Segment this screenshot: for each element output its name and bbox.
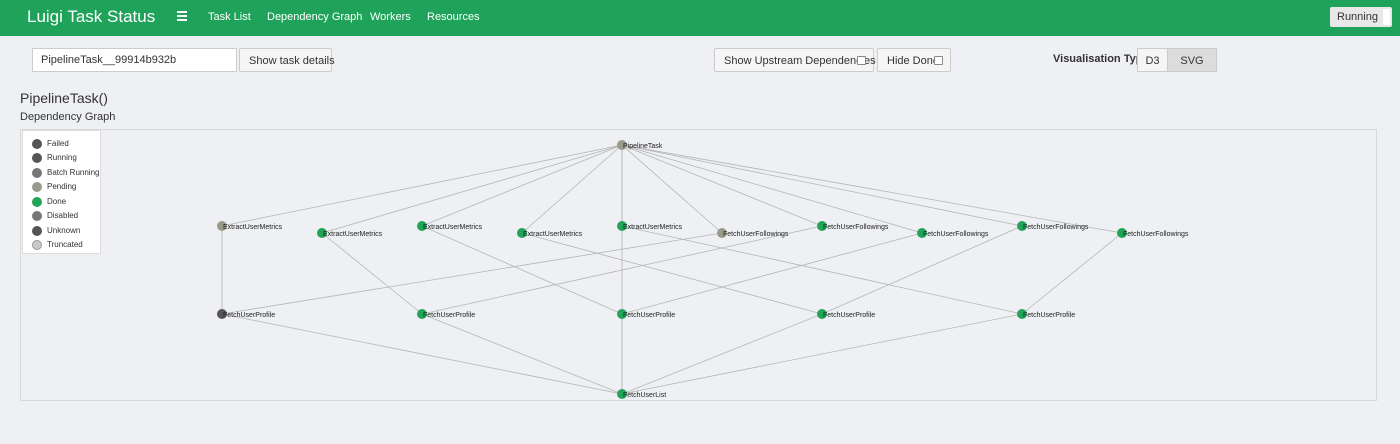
- navbar: Luigi Task Status Task List Dependency G…: [0, 0, 1400, 36]
- legend-label: Disabled: [47, 211, 79, 220]
- show-upstream-button[interactable]: Show Upstream Dependencies: [714, 48, 876, 72]
- node-label[interactable]: ExtractUserMetrics: [323, 231, 383, 238]
- graph-node[interactable]: ExtractUserMetrics: [517, 228, 583, 238]
- nav-link-dependency-graph[interactable]: Dependency Graph: [267, 11, 362, 23]
- dependency-edge: [421, 225, 623, 315]
- graph-node[interactable]: FetchUserFollowings: [1017, 221, 1089, 231]
- dependency-edge: [221, 232, 723, 315]
- visualisation-type-label: Visualisation Type: [1053, 53, 1149, 65]
- vis-option-svg[interactable]: SVG: [1167, 48, 1217, 72]
- dependency-edge: [621, 144, 1123, 234]
- pending-status-icon: [32, 182, 42, 192]
- graph-node[interactable]: FetchUserFollowings: [717, 228, 789, 238]
- dependency-edge: [421, 144, 623, 227]
- dependency-edge: [421, 313, 623, 395]
- node-label[interactable]: FetchUserList: [623, 392, 666, 399]
- running-status-icon: [32, 153, 42, 163]
- node-label[interactable]: FetchUserProfile: [623, 312, 675, 319]
- graph-node[interactable]: ExtractUserMetrics: [217, 221, 283, 231]
- legend-label: Pending: [47, 182, 77, 191]
- hamburger-icon[interactable]: [177, 11, 187, 23]
- batch-running-status-icon: [32, 168, 42, 178]
- legend-label: Failed: [47, 139, 69, 148]
- node-label[interactable]: FetchUserFollowings: [823, 224, 889, 231]
- page-title: PipelineTask(): [20, 90, 108, 106]
- graph-node[interactable]: ExtractUserMetrics: [317, 228, 383, 238]
- show-task-details-label: Show task details: [249, 55, 335, 67]
- node-label[interactable]: ExtractUserMetrics: [423, 224, 483, 231]
- hide-done-label: Hide Done: [887, 55, 939, 67]
- done-status-icon: [32, 197, 42, 207]
- hide-done-checkbox[interactable]: [934, 56, 943, 65]
- task-id-input[interactable]: [32, 48, 237, 72]
- dependency-edge: [821, 225, 1023, 315]
- toggle-knob: [1383, 9, 1390, 25]
- scheduler-status-toggle[interactable]: Running: [1330, 7, 1392, 27]
- node-label[interactable]: FetchUserProfile: [1023, 312, 1075, 319]
- node-label[interactable]: FetchUserFollowings: [923, 231, 989, 238]
- legend-label: Running: [47, 153, 77, 162]
- legend-label: Done: [47, 197, 67, 206]
- vis-option-d3-label: D3: [1145, 55, 1160, 67]
- dependency-graph[interactable]: PipelineTask ExtractUserMetrics ExtractUse…: [21, 130, 1378, 402]
- graph-node[interactable]: FetchUserProfile: [817, 309, 875, 319]
- graph-node[interactable]: FetchUserProfile: [217, 309, 275, 319]
- dependency-edge: [321, 144, 623, 234]
- graph-node[interactable]: FetchUserProfile: [617, 309, 675, 319]
- graph-node[interactable]: FetchUserList: [617, 389, 666, 399]
- dependency-edge: [221, 313, 623, 395]
- node-label[interactable]: ExtractUserMetrics: [623, 224, 683, 231]
- dependency-edge: [621, 313, 1023, 395]
- node-label[interactable]: FetchUserFollowings: [1023, 224, 1089, 231]
- show-upstream-label: Show Upstream Dependencies: [724, 55, 876, 67]
- status-legend: Failed Running Batch Running Pending Don…: [22, 130, 101, 254]
- node-label[interactable]: FetchUserProfile: [823, 312, 875, 319]
- scheduler-status-label: Running: [1337, 11, 1378, 23]
- failed-status-icon: [32, 139, 42, 149]
- dependency-edge: [621, 144, 923, 234]
- unknown-status-icon: [32, 226, 42, 236]
- graph-edges: [221, 144, 1123, 395]
- graph-node[interactable]: FetchUserFollowings: [1117, 228, 1189, 238]
- graph-node[interactable]: PipelineTask: [617, 140, 663, 150]
- node-label[interactable]: PipelineTask: [623, 143, 663, 150]
- graph-node[interactable]: FetchUserProfile: [417, 309, 475, 319]
- nav-link-task-list[interactable]: Task List: [208, 11, 251, 23]
- brand-title[interactable]: Luigi Task Status: [27, 7, 155, 27]
- vis-option-d3[interactable]: D3: [1137, 48, 1168, 72]
- legend-label: Unknown: [47, 226, 81, 235]
- dependency-graph-panel: PipelineTask ExtractUserMetrics ExtractUse…: [20, 129, 1377, 401]
- dependency-edge: [521, 232, 823, 315]
- graph-node[interactable]: FetchUserFollowings: [817, 221, 889, 231]
- graph-node[interactable]: FetchUserFollowings: [917, 228, 989, 238]
- hide-done-button[interactable]: Hide Done: [877, 48, 951, 72]
- graph-node[interactable]: ExtractUserMetrics: [617, 221, 683, 231]
- dependency-edge: [221, 144, 623, 227]
- dependency-edge: [1021, 232, 1123, 315]
- upstream-checkbox[interactable]: [857, 56, 866, 65]
- dependency-edge: [621, 144, 1023, 227]
- page-subtitle: Dependency Graph: [20, 111, 116, 123]
- vis-option-svg-label: SVG: [1180, 55, 1204, 67]
- node-label[interactable]: FetchUserFollowings: [1123, 231, 1189, 238]
- dependency-edge: [621, 144, 823, 227]
- truncated-status-icon: [32, 240, 42, 250]
- dependency-edge: [521, 144, 623, 234]
- nav-link-resources[interactable]: Resources: [427, 11, 480, 23]
- legend-label: Batch Running: [47, 168, 100, 177]
- graph-node[interactable]: ExtractUserMetrics: [417, 221, 483, 231]
- disabled-status-icon: [32, 211, 42, 221]
- node-label[interactable]: FetchUserProfile: [423, 312, 475, 319]
- node-label[interactable]: ExtractUserMetrics: [223, 224, 283, 231]
- dependency-edge: [621, 144, 723, 234]
- nav-link-workers[interactable]: Workers: [370, 11, 411, 23]
- show-task-details-button[interactable]: Show task details: [239, 48, 335, 72]
- dependency-edge: [621, 232, 923, 315]
- dependency-edge: [621, 313, 823, 395]
- node-label[interactable]: FetchUserProfile: [223, 312, 275, 319]
- dependency-edge: [321, 232, 423, 315]
- node-label[interactable]: ExtractUserMetrics: [523, 231, 583, 238]
- legend-label: Truncated: [47, 240, 83, 249]
- node-label[interactable]: FetchUserFollowings: [723, 231, 789, 238]
